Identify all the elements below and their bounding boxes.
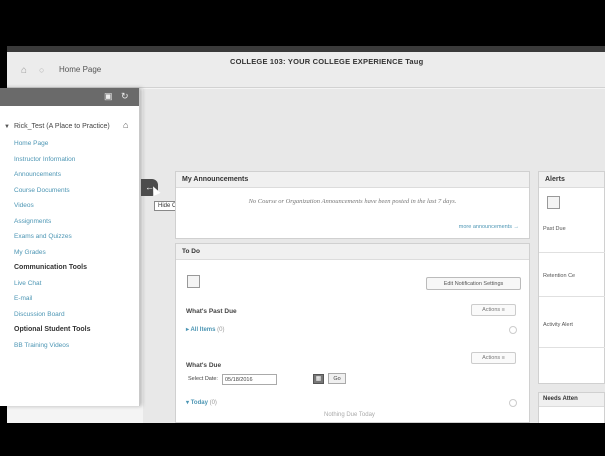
alerts-activity[interactable]: Activity Alert xyxy=(543,322,573,328)
menu-item-assignments[interactable]: Assignments xyxy=(14,214,139,230)
announcements-module: My Announcements No Course or Organizati… xyxy=(175,171,530,239)
course-menu: ▣ ↻ ▼ Rick_Test (A Place to Practice) ⌂ … xyxy=(0,88,140,406)
letterbox-bottom xyxy=(0,423,605,456)
menu-heading-optional-student-tools: Optional Student Tools xyxy=(14,326,91,333)
todo-avatar-icon xyxy=(187,275,200,288)
alerts-title: Alerts xyxy=(539,172,604,188)
alerts-retention[interactable]: Retention Ce xyxy=(543,273,575,279)
todo-module: To Do Edit Notification Settings What's … xyxy=(175,243,530,423)
menu-item-home-page[interactable]: Home Page xyxy=(14,136,139,152)
collapse-triangle-icon[interactable]: ▼ xyxy=(4,123,10,132)
date-field[interactable]: 05/18/2016 xyxy=(222,374,277,385)
menu-item-instructor-information[interactable]: Instructor Information xyxy=(14,152,139,168)
alerts-avatar-icon xyxy=(547,196,560,209)
page-title: COLLEGE 103: YOUR COLLEGE EXPERIENCE Tau… xyxy=(230,57,424,66)
past-due-label: What's Past Due xyxy=(186,308,237,315)
calendar-icon[interactable]: ▦ xyxy=(313,374,324,384)
alerts-past-due[interactable]: Past Due xyxy=(543,226,566,232)
due-label: What's Due xyxy=(186,362,222,369)
breadcrumb-separator-icon: ○ xyxy=(39,65,45,75)
announcements-title: My Announcements xyxy=(176,172,529,188)
alerts-divider xyxy=(539,252,605,253)
go-button[interactable]: Go xyxy=(328,373,346,384)
today-status-icon xyxy=(509,399,517,407)
course-home-icon[interactable]: ⌂ xyxy=(123,121,128,130)
menu-display-icon[interactable]: ▣ xyxy=(104,91,113,102)
select-date-label: Select Date: xyxy=(188,376,218,382)
all-items-toggle[interactable]: ▸ All Items (0) xyxy=(186,326,225,333)
alerts-divider xyxy=(539,296,605,297)
menu-item-course-documents[interactable]: Course Documents xyxy=(14,183,139,199)
all-items-status-icon xyxy=(509,326,517,334)
due-actions-button[interactable]: Actions ≡ xyxy=(471,352,516,364)
menu-item-discussion-board[interactable]: Discussion Board xyxy=(14,307,139,323)
menu-item-email[interactable]: E-mail xyxy=(14,291,139,307)
menu-item-my-grades[interactable]: My Grades xyxy=(14,245,139,261)
menu-item-live-chat[interactable]: Live Chat xyxy=(14,276,139,292)
course-menu-toolbar: ▣ ↻ xyxy=(0,88,139,106)
today-toggle[interactable]: ▾ Today (0) xyxy=(186,399,217,406)
menu-heading-communication-tools: Communication Tools xyxy=(14,264,87,271)
menu-item-exams-quizzes[interactable]: Exams and Quizzes xyxy=(14,229,139,245)
alerts-divider xyxy=(539,347,605,348)
course-menu-list: Home Page Instructor Information Announc… xyxy=(0,131,139,353)
breadcrumb-current[interactable]: Home Page xyxy=(59,65,101,74)
more-announcements-link[interactable]: more announcements → xyxy=(459,224,519,230)
todo-title: To Do xyxy=(176,244,529,260)
alerts-module: Alerts Past Due Retention Ce Activity Al… xyxy=(538,171,605,384)
past-due-actions-button[interactable]: Actions ≡ xyxy=(471,304,516,316)
course-name[interactable]: ▼ Rick_Test (A Place to Practice) ⌂ xyxy=(0,106,139,131)
refresh-icon[interactable]: ↻ xyxy=(121,91,129,102)
needs-attention-title: Needs Atten xyxy=(539,393,604,407)
edit-notification-settings-button[interactable]: Edit Notification Settings xyxy=(426,277,521,290)
video-frame: ⌂ ○ Home Page COLLEGE 103: YOUR COLLEGE … xyxy=(0,0,605,456)
menu-item-videos[interactable]: Videos xyxy=(14,198,139,214)
menu-item-bb-training-videos[interactable]: BB Training Videos xyxy=(14,338,139,354)
menu-item-announcements[interactable]: Announcements xyxy=(14,167,139,183)
announcements-message: No Course or Organization Announcements … xyxy=(248,198,457,205)
nothing-due-text: Nothing Due Today xyxy=(324,412,375,418)
home-icon[interactable]: ⌂ xyxy=(21,65,31,76)
